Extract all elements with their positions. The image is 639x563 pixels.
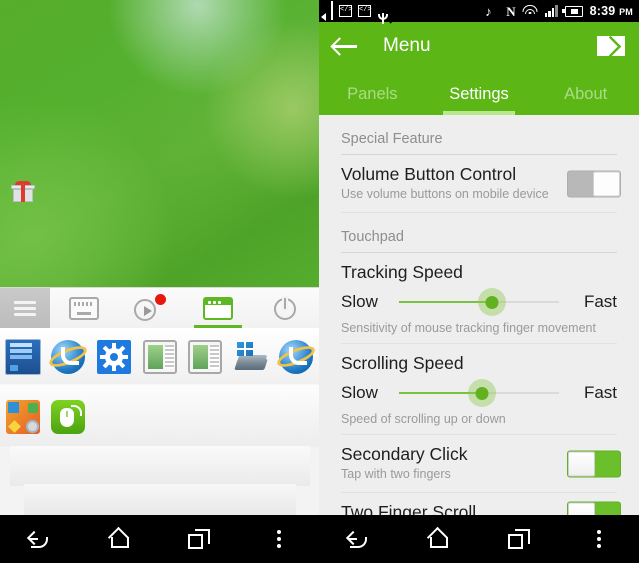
settings-gear-icon[interactable] <box>91 340 137 374</box>
left-android-navbar <box>0 515 319 563</box>
back-icon[interactable] <box>319 515 399 563</box>
left-phone-screen <box>0 0 319 563</box>
right-android-navbar <box>319 515 639 563</box>
play-record-icon[interactable] <box>117 288 184 329</box>
setting-subtitle: Speed of scrolling up or down <box>341 412 506 426</box>
setting-row-volume-button-control[interactable]: Volume Button Control Use volume buttons… <box>319 155 639 212</box>
document-window-icon[interactable] <box>137 340 183 374</box>
green-mouse-remote-icon[interactable] <box>46 400 92 434</box>
signal-icon <box>544 5 558 17</box>
toggle-two-finger-scroll[interactable] <box>567 501 621 515</box>
mail-icon[interactable] <box>597 36 625 56</box>
toggle-secondary-click[interactable] <box>567 450 621 477</box>
hamburger-menu-icon[interactable] <box>0 288 50 329</box>
recents-icon[interactable] <box>479 515 559 563</box>
nfc-icon: N <box>506 3 516 19</box>
accessories-search-icon[interactable] <box>0 400 46 434</box>
setting-title: Scrolling Speed <box>341 353 464 373</box>
slider-min-label: Slow <box>341 292 378 311</box>
home-icon[interactable] <box>80 515 160 563</box>
slider-max-label: Fast <box>583 292 617 311</box>
mute-icon: ♪ <box>485 3 492 19</box>
back-arrow-icon[interactable] <box>333 36 359 56</box>
setting-row-secondary-click[interactable]: Secondary Click Tap with two fingers <box>319 435 639 492</box>
wifi-icon <box>522 5 538 17</box>
keyboard-icon[interactable] <box>50 288 117 329</box>
code-icon: </> <box>358 5 372 17</box>
dock-row-1 <box>0 332 319 382</box>
document-window-icon[interactable] <box>182 340 228 374</box>
tab-about[interactable]: About <box>532 85 639 115</box>
remote-taskbar <box>0 287 319 329</box>
right-phone-screen: </> </> ♪ N 8:39 PM Menu Panels Settings… <box>319 0 639 563</box>
internet-explorer-icon[interactable] <box>46 340 92 374</box>
setting-row-tracking-speed[interactable]: Tracking Speed Slow Fast Sensitivity of … <box>319 253 639 343</box>
home-icon[interactable] <box>399 515 479 563</box>
toggle-volume-button-control[interactable] <box>567 170 621 197</box>
app-bar: Menu <box>319 22 639 70</box>
setting-subtitle: Sensitivity of mouse tracking finger mov… <box>341 321 596 335</box>
status-bar: </> </> ♪ N 8:39 PM <box>319 0 639 22</box>
remote-desktop-wallpaper[interactable] <box>0 0 319 287</box>
internet-explorer-icon[interactable] <box>273 340 319 374</box>
slider-tracking-speed[interactable] <box>399 288 559 316</box>
tab-settings[interactable]: Settings <box>426 85 533 115</box>
section-header-special-feature: Special Feature <box>341 131 443 147</box>
dual-screenshot: </> </> ♪ N 8:39 PM Menu Panels Settings… <box>0 0 639 563</box>
sd-card-icon <box>331 1 333 20</box>
settings-list[interactable]: Special Feature Volume Button Control Us… <box>319 115 639 515</box>
windows-desktop-icon[interactable] <box>0 339 46 375</box>
slider-min-label: Slow <box>341 383 378 402</box>
tab-panels[interactable]: Panels <box>319 85 426 115</box>
power-icon[interactable] <box>252 288 319 329</box>
setting-title: Tracking Speed <box>341 262 463 282</box>
section-header-touchpad: Touchpad <box>341 229 404 245</box>
page-title: Menu <box>383 35 431 56</box>
back-icon[interactable] <box>0 515 80 563</box>
windows-drive-icon[interactable] <box>228 340 274 374</box>
gift-box-icon[interactable] <box>11 180 35 204</box>
slider-max-label: Fast <box>583 383 617 402</box>
status-clock: 8:39 PM <box>589 4 633 18</box>
setting-row-two-finger-scroll[interactable]: Two Finger Scroll <box>319 493 639 515</box>
record-badge-icon <box>154 293 166 305</box>
dock-row-2 <box>0 394 319 440</box>
tab-bar: Panels Settings About <box>319 70 639 115</box>
more-vert-icon[interactable] <box>239 515 319 563</box>
battery-charging-icon <box>561 5 583 17</box>
recents-icon[interactable] <box>160 515 240 563</box>
setting-row-scrolling-speed[interactable]: Scrolling Speed Slow Fast Speed of scrol… <box>319 344 639 434</box>
slider-scrolling-speed[interactable] <box>399 379 559 407</box>
more-vert-icon[interactable] <box>559 515 639 563</box>
window-icon[interactable] <box>185 288 252 329</box>
remote-app-dock <box>0 328 319 515</box>
code-icon: </> <box>339 5 353 17</box>
